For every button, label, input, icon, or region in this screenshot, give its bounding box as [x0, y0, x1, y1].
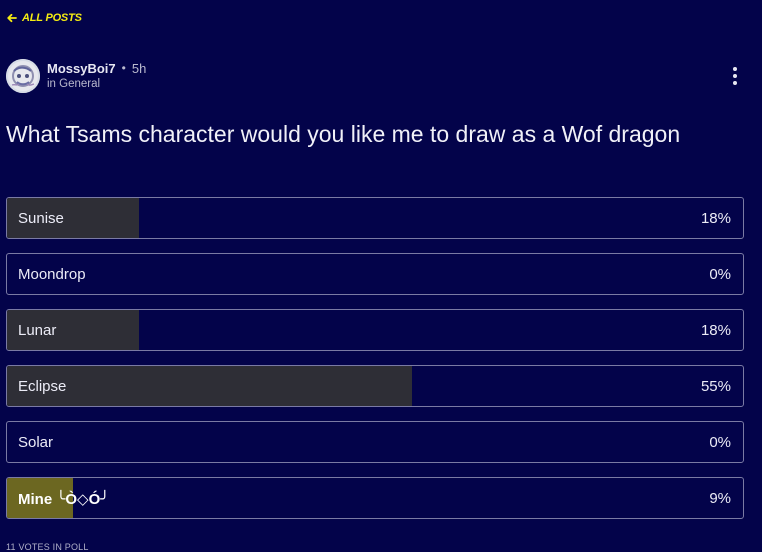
poll-option-percent: 18%: [700, 322, 731, 339]
poll-option[interactable]: Mine ╰Ò◇Ó╯ 9%: [6, 477, 744, 519]
more-vertical-icon: [730, 67, 740, 85]
poll-option-label: Lunar: [18, 322, 57, 339]
poll-option-percent: 18%: [700, 210, 731, 227]
poll-option-label: Eclipse: [18, 378, 67, 395]
poll-option-label: Moondrop: [18, 266, 86, 283]
poll-option-percent: 55%: [700, 378, 731, 395]
post-author-row: MossyBoi7 • 5h in General: [6, 59, 146, 93]
all-posts-label: ALL POSTS: [22, 12, 82, 24]
poll-option[interactable]: Eclipse 55%: [6, 365, 744, 407]
poll-option-percent: 0%: [709, 434, 731, 451]
poll-option-percent: 0%: [709, 266, 731, 283]
post-time: 5h: [131, 60, 147, 76]
avatar[interactable]: [6, 59, 40, 93]
arrow-left-icon: [7, 13, 17, 23]
all-posts-link[interactable]: ALL POSTS: [6, 12, 82, 24]
poll-option-label: Sunise: [18, 210, 64, 227]
more-options-button[interactable]: [730, 67, 740, 89]
poll-option[interactable]: Lunar 18%: [6, 309, 744, 351]
poll-option[interactable]: Sunise 18%: [6, 197, 744, 239]
post-category[interactable]: in General: [47, 78, 146, 91]
post-meta: MossyBoi7 • 5h in General: [47, 62, 146, 91]
poll-option-label: Solar: [18, 434, 54, 451]
avatar-image: [6, 59, 40, 93]
poll-option-percent: 9%: [709, 490, 731, 507]
poll-option[interactable]: Moondrop 0%: [6, 253, 744, 295]
meta-separator: •: [121, 61, 126, 76]
poll-option[interactable]: Solar 0%: [6, 421, 744, 463]
author-name[interactable]: MossyBoi7: [47, 62, 116, 75]
poll-option-label: Mine ╰Ò◇Ó╯: [18, 491, 110, 508]
poll-option-bar: [7, 366, 412, 406]
poll: Sunise 18% Moondrop 0% Lunar 18% Eclipse…: [6, 197, 744, 533]
poll-votes-count: 11 VOTES IN POLL: [6, 542, 89, 552]
post-title: What Tsams character would you like me t…: [6, 121, 681, 147]
